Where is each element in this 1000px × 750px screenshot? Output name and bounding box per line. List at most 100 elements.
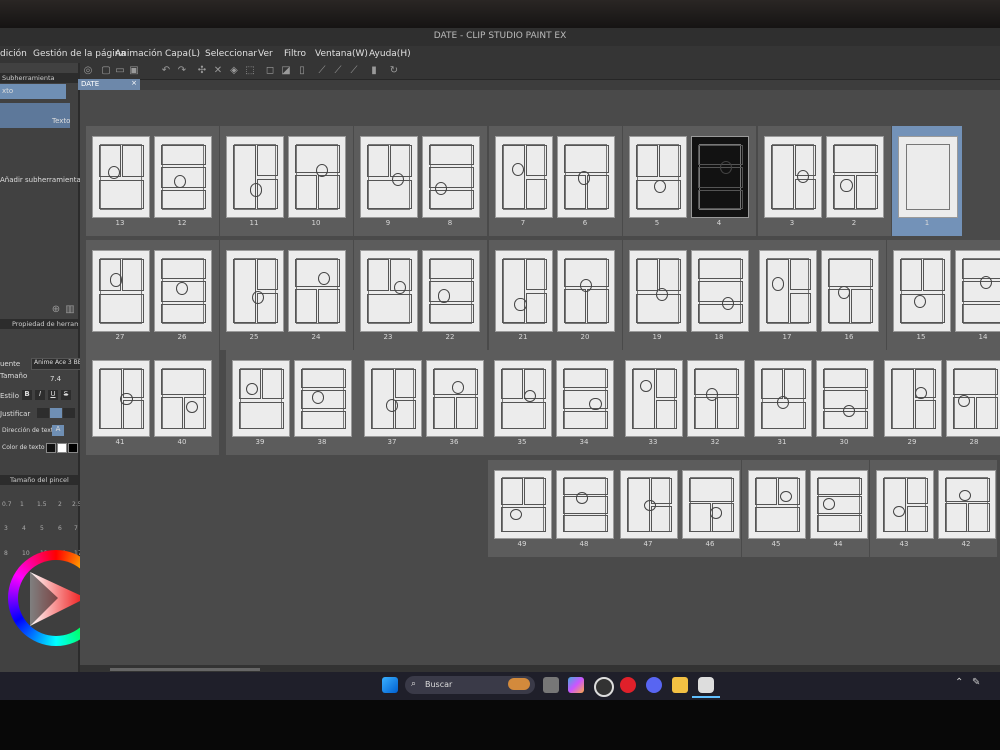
tray-chevron-icon[interactable]: ⌃ (955, 677, 971, 693)
page-spread[interactable]: 25 24 (220, 240, 353, 350)
page-spread[interactable]: 31 30 (748, 350, 881, 455)
page-thumbnail-10[interactable] (288, 136, 346, 218)
invert-selection-icon[interactable]: ◪ (280, 65, 292, 77)
subtool-item-selected[interactable]: xto (0, 84, 66, 99)
page-thumbnail-3[interactable] (764, 136, 822, 218)
page-spread[interactable]: 45 44 (742, 460, 869, 557)
page-thumbnail-45[interactable] (748, 470, 806, 539)
open-folder-icon[interactable]: ▭ (114, 65, 126, 77)
fill-icon[interactable]: ◈ (228, 65, 240, 77)
special-ruler-snap-icon[interactable]: ⟋ (332, 65, 344, 77)
page-thumbnail-26[interactable] (154, 250, 212, 332)
menu-view[interactable]: Ver (258, 49, 273, 59)
strikethrough-button[interactable]: S (61, 390, 71, 400)
page-spread[interactable]: 27 26 (86, 240, 219, 350)
ruler-snap-icon[interactable]: ⟋ (316, 65, 328, 77)
app-icon[interactable]: ◎ (82, 65, 94, 77)
page-thumbnail-27[interactable] (92, 250, 150, 332)
page-spread[interactable]: 41 40 (86, 350, 219, 455)
page-spread[interactable]: 76 (489, 126, 622, 236)
page-thumbnail-30[interactable] (816, 360, 874, 437)
text-color-main-swatch[interactable] (68, 443, 78, 453)
close-tab-icon[interactable]: × (131, 79, 137, 87)
subtool-item-text[interactable]: Texto (0, 103, 70, 128)
grid-snap-icon[interactable]: ⟋ (348, 65, 360, 77)
page-thumbnail-17[interactable] (759, 250, 817, 332)
align-center-button[interactable] (50, 408, 62, 418)
page-thumbnail-19[interactable] (629, 250, 687, 332)
font-select[interactable]: Anime Ace 3 BB (31, 358, 82, 370)
italic-button[interactable]: I (35, 390, 45, 400)
menu-window[interactable]: Ventana(W) (315, 49, 368, 59)
brush-size-6[interactable]: 4 (22, 525, 26, 532)
underline-button[interactable]: U (48, 390, 58, 400)
page-thumbnail-16[interactable] (821, 250, 879, 332)
brush-size-11[interactable]: 10 (22, 550, 30, 557)
page-spread[interactable]: 49 48 (488, 460, 615, 557)
page-thumbnail-1[interactable] (898, 136, 958, 218)
page-thumbnail-15[interactable] (893, 250, 951, 332)
page-spread[interactable]: 47 46 (614, 460, 741, 557)
brush-size-5[interactable]: 3 (4, 525, 8, 532)
page-thumbnail-2[interactable] (826, 136, 884, 218)
page-thumbnail-37[interactable] (364, 360, 422, 437)
page-thumbnail-44[interactable] (810, 470, 868, 539)
page-thumbnail-49[interactable] (494, 470, 552, 539)
page-spread[interactable]: 13 12 (86, 126, 219, 236)
text-color-black-swatch[interactable] (46, 443, 56, 453)
page-thumbnail-7[interactable] (495, 136, 553, 218)
page-thumbnail-33[interactable] (625, 360, 683, 437)
page-spread[interactable]: 54 (623, 126, 756, 236)
page-thumbnail-11[interactable] (226, 136, 284, 218)
page-thumbnail-20[interactable] (557, 250, 615, 332)
page-thumbnail-22[interactable] (422, 250, 480, 332)
page-thumbnail-21[interactable] (495, 250, 553, 332)
opera-icon[interactable] (620, 677, 636, 693)
file-explorer-icon[interactable] (672, 677, 688, 693)
windows-start-icon[interactable] (382, 677, 398, 693)
page-spread[interactable]: 35 34 (488, 350, 621, 455)
page-spread[interactable]: 17 16 (753, 240, 886, 350)
select-all-icon[interactable]: ⬚ (244, 65, 256, 77)
page-thumbnail-18[interactable] (691, 250, 749, 332)
size-value[interactable]: 7.4 (50, 375, 61, 383)
page-spread[interactable]: 23 22 (354, 240, 487, 350)
page-spread[interactable]: 29 28 (878, 350, 1000, 455)
assets-icon[interactable]: ↻ (388, 65, 400, 77)
save-icon[interactable]: ▣ (128, 65, 140, 77)
page-thumbnail-9[interactable] (360, 136, 418, 218)
horizontal-text-button[interactable]: A (52, 425, 64, 436)
page-thumbnail-46[interactable] (682, 470, 740, 539)
page-thumbnail-29[interactable] (884, 360, 942, 437)
transform-icon[interactable]: ✣ (196, 65, 208, 77)
page-spread[interactable]: 43 42 (870, 460, 997, 557)
task-view-icon[interactable] (543, 677, 559, 693)
pen-tray-icon[interactable]: ✎ (972, 677, 988, 693)
page-thumbnail-40[interactable] (154, 360, 212, 437)
brush-size-9[interactable]: 7 (74, 525, 78, 532)
copilot-icon[interactable] (568, 677, 584, 693)
delete-icon[interactable]: ▥ (64, 304, 76, 316)
page-thumbnail-24[interactable] (288, 250, 346, 332)
page-thumbnail-34[interactable] (556, 360, 614, 437)
bold-button[interactable]: B (22, 390, 32, 400)
page-thumbnail-36[interactable] (426, 360, 484, 437)
brush-size-7[interactable]: 5 (40, 525, 44, 532)
page-thumbnail-5[interactable] (629, 136, 687, 218)
clip-studio-taskbar-icon[interactable] (698, 677, 714, 693)
brush-size-1[interactable]: 1 (20, 501, 24, 508)
menu-layer[interactable]: Capa(L) (165, 49, 200, 59)
align-right-button[interactable] (63, 408, 75, 418)
page-spread[interactable]: 98 (354, 126, 487, 236)
page-thumbnail-35[interactable] (494, 360, 552, 437)
brush-size-8[interactable]: 6 (58, 525, 62, 532)
page-thumbnail-42[interactable] (938, 470, 996, 539)
page-thumbnail-14[interactable] (955, 250, 1000, 332)
page-thumbnail-48[interactable] (556, 470, 614, 539)
page-spread[interactable]: 19 18 (623, 240, 756, 350)
page-thumbnail-32[interactable] (687, 360, 745, 437)
clear-icon[interactable]: ✕ (212, 65, 224, 77)
page-thumbnail-28[interactable] (946, 360, 1000, 437)
page-spread[interactable]: 21 20 (489, 240, 622, 350)
brush-size-2[interactable]: 1.5 (37, 501, 47, 508)
